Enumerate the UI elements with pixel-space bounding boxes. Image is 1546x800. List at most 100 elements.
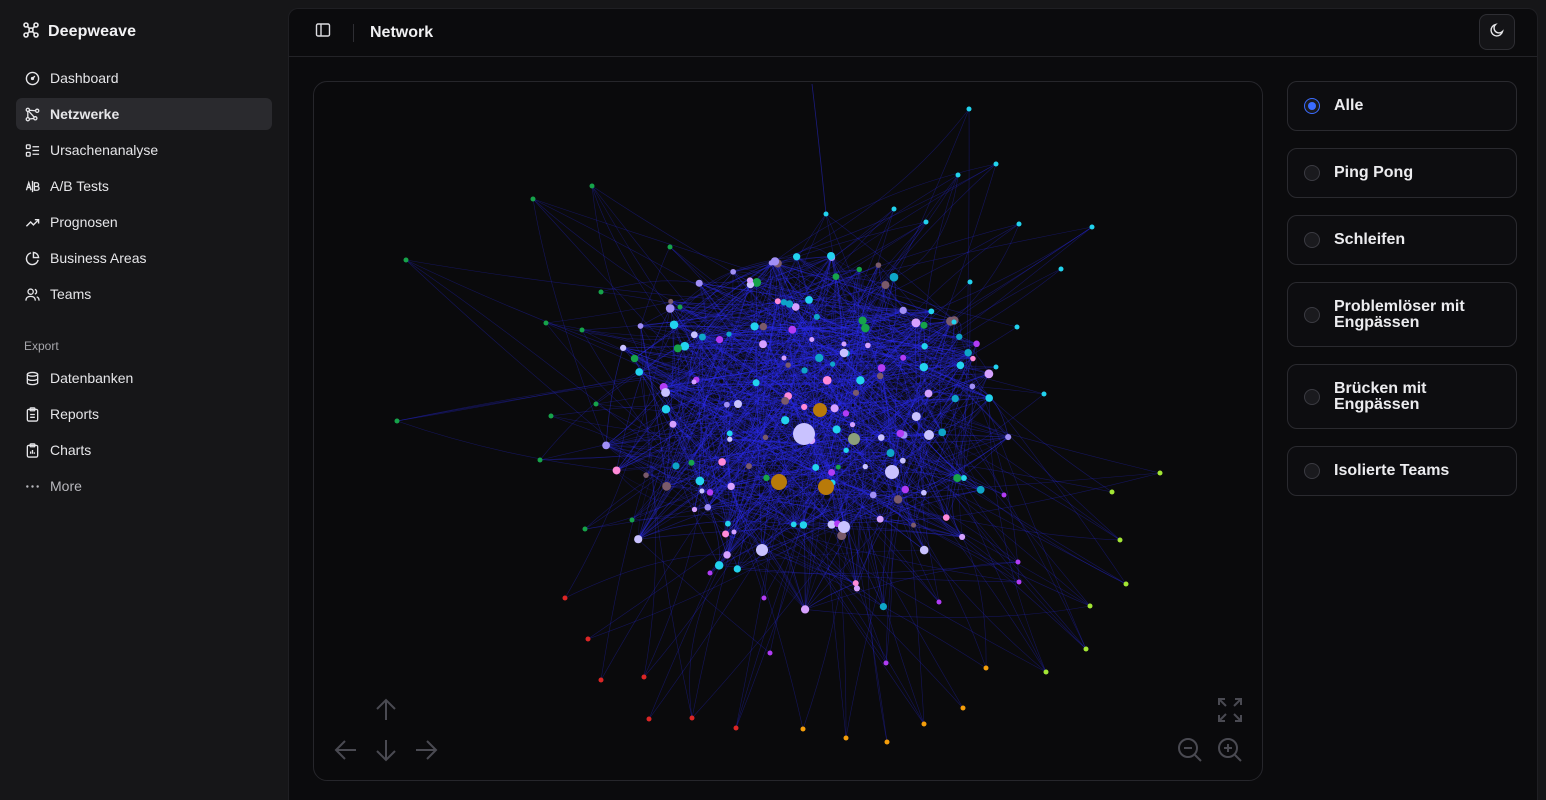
graph-node[interactable]	[620, 344, 627, 352]
graph-node[interactable]	[785, 362, 791, 368]
sidebar-item-more[interactable]: More	[16, 470, 272, 502]
graph-node[interactable]	[394, 418, 400, 424]
graph-node[interactable]	[707, 570, 713, 576]
graph-node[interactable]	[911, 411, 921, 421]
graph-node[interactable]	[956, 333, 963, 340]
radio-button[interactable]	[1304, 463, 1320, 479]
graph-node[interactable]	[582, 526, 588, 532]
graph-node[interactable]	[884, 739, 890, 745]
graph-node[interactable]	[985, 394, 993, 402]
graph-node[interactable]	[759, 322, 768, 331]
graph-node[interactable]	[911, 318, 921, 328]
theme-toggle-button[interactable]	[1479, 14, 1515, 50]
graph-node[interactable]	[593, 401, 599, 407]
graph-node[interactable]	[1014, 324, 1020, 330]
graph-node[interactable]	[781, 416, 790, 425]
graph-node[interactable]	[891, 206, 897, 212]
sidebar-item-dashboard[interactable]: Dashboard	[16, 62, 272, 94]
graph-node[interactable]	[801, 403, 808, 411]
graph-node[interactable]	[598, 289, 604, 295]
graph-node[interactable]	[763, 474, 770, 482]
graph-node[interactable]	[896, 429, 905, 438]
graph-node[interactable]	[734, 400, 742, 408]
graph-node[interactable]	[877, 434, 885, 441]
graph-node[interactable]	[630, 354, 639, 363]
graph-node[interactable]	[612, 466, 621, 475]
graph-node[interactable]	[695, 279, 703, 287]
graph-node[interactable]	[839, 348, 849, 358]
graph-node[interactable]	[537, 457, 543, 463]
graph-node[interactable]	[706, 489, 714, 496]
graph-node[interactable]	[800, 605, 810, 614]
graph-node[interactable]	[966, 106, 972, 112]
graph-node[interactable]	[1087, 603, 1093, 609]
graph-node[interactable]	[822, 375, 832, 385]
radio-button[interactable]	[1304, 306, 1320, 323]
graph-node[interactable]	[832, 273, 840, 281]
graph-node[interactable]	[843, 735, 849, 741]
graph-node[interactable]	[1016, 579, 1022, 585]
graph-node[interactable]	[838, 521, 850, 533]
graph-node[interactable]	[865, 342, 871, 349]
graph-node[interactable]	[970, 355, 976, 362]
graph-node[interactable]	[877, 364, 886, 372]
graph-node[interactable]	[919, 545, 929, 555]
graph-node[interactable]	[829, 361, 836, 367]
graph-node[interactable]	[993, 161, 999, 167]
graph-node[interactable]	[677, 304, 683, 310]
graph-node[interactable]	[856, 266, 863, 273]
sidebar-toggle-button[interactable]	[313, 23, 333, 43]
graph-node[interactable]	[955, 172, 961, 178]
graph-node[interactable]	[1058, 266, 1064, 272]
graph-node[interactable]	[672, 462, 680, 470]
graph-node[interactable]	[976, 485, 985, 494]
graph-node[interactable]	[731, 529, 737, 535]
graph-node[interactable]	[718, 458, 726, 466]
graph-node[interactable]	[852, 389, 860, 396]
graph-node[interactable]	[885, 465, 899, 479]
graph-node[interactable]	[733, 565, 741, 573]
graph-node[interactable]	[403, 257, 409, 263]
graph-node[interactable]	[858, 316, 867, 325]
graph-node[interactable]	[936, 599, 942, 605]
graph-node[interactable]	[827, 251, 835, 260]
graph-node[interactable]	[1001, 492, 1007, 498]
graph-node[interactable]	[629, 517, 635, 523]
graph-node[interactable]	[781, 355, 787, 361]
graph-node[interactable]	[1015, 559, 1021, 565]
graph-node[interactable]	[589, 183, 595, 189]
graph-node[interactable]	[984, 369, 994, 379]
graph-node[interactable]	[812, 464, 820, 471]
pan-left-button[interactable]	[332, 738, 360, 766]
filter-option-ping-pong[interactable]: Ping Pong	[1287, 148, 1517, 198]
graph-node[interactable]	[924, 389, 933, 398]
graph-node[interactable]	[750, 322, 759, 331]
graph-node[interactable]	[665, 304, 675, 313]
graph-node[interactable]	[785, 300, 794, 308]
graph-node[interactable]	[967, 279, 973, 285]
graph-node[interactable]	[690, 331, 698, 339]
radio-button[interactable]	[1304, 98, 1320, 114]
graph-node[interactable]	[893, 495, 903, 504]
graph-node[interactable]	[790, 521, 797, 528]
graph-node[interactable]	[960, 705, 966, 711]
graph-node[interactable]	[928, 308, 935, 315]
graph-node[interactable]	[788, 325, 797, 334]
graph-node[interactable]	[1043, 669, 1049, 675]
graph-node[interactable]	[641, 674, 647, 680]
graph-node[interactable]	[689, 715, 695, 721]
graph-node[interactable]	[835, 464, 841, 470]
graph-node[interactable]	[875, 262, 882, 268]
graph-node[interactable]	[889, 272, 899, 282]
graph-node[interactable]	[900, 354, 907, 361]
graph-node[interactable]	[634, 535, 643, 544]
graph-node[interactable]	[698, 333, 706, 341]
graph-node[interactable]	[951, 394, 959, 403]
graph-node[interactable]	[973, 340, 980, 348]
filter-option-alle[interactable]: Alle	[1287, 81, 1517, 131]
graph-node[interactable]	[832, 425, 841, 434]
graph-node[interactable]	[726, 430, 733, 437]
graph-node[interactable]	[879, 602, 888, 611]
graph-node[interactable]	[805, 296, 813, 304]
graph-node[interactable]	[951, 319, 957, 325]
